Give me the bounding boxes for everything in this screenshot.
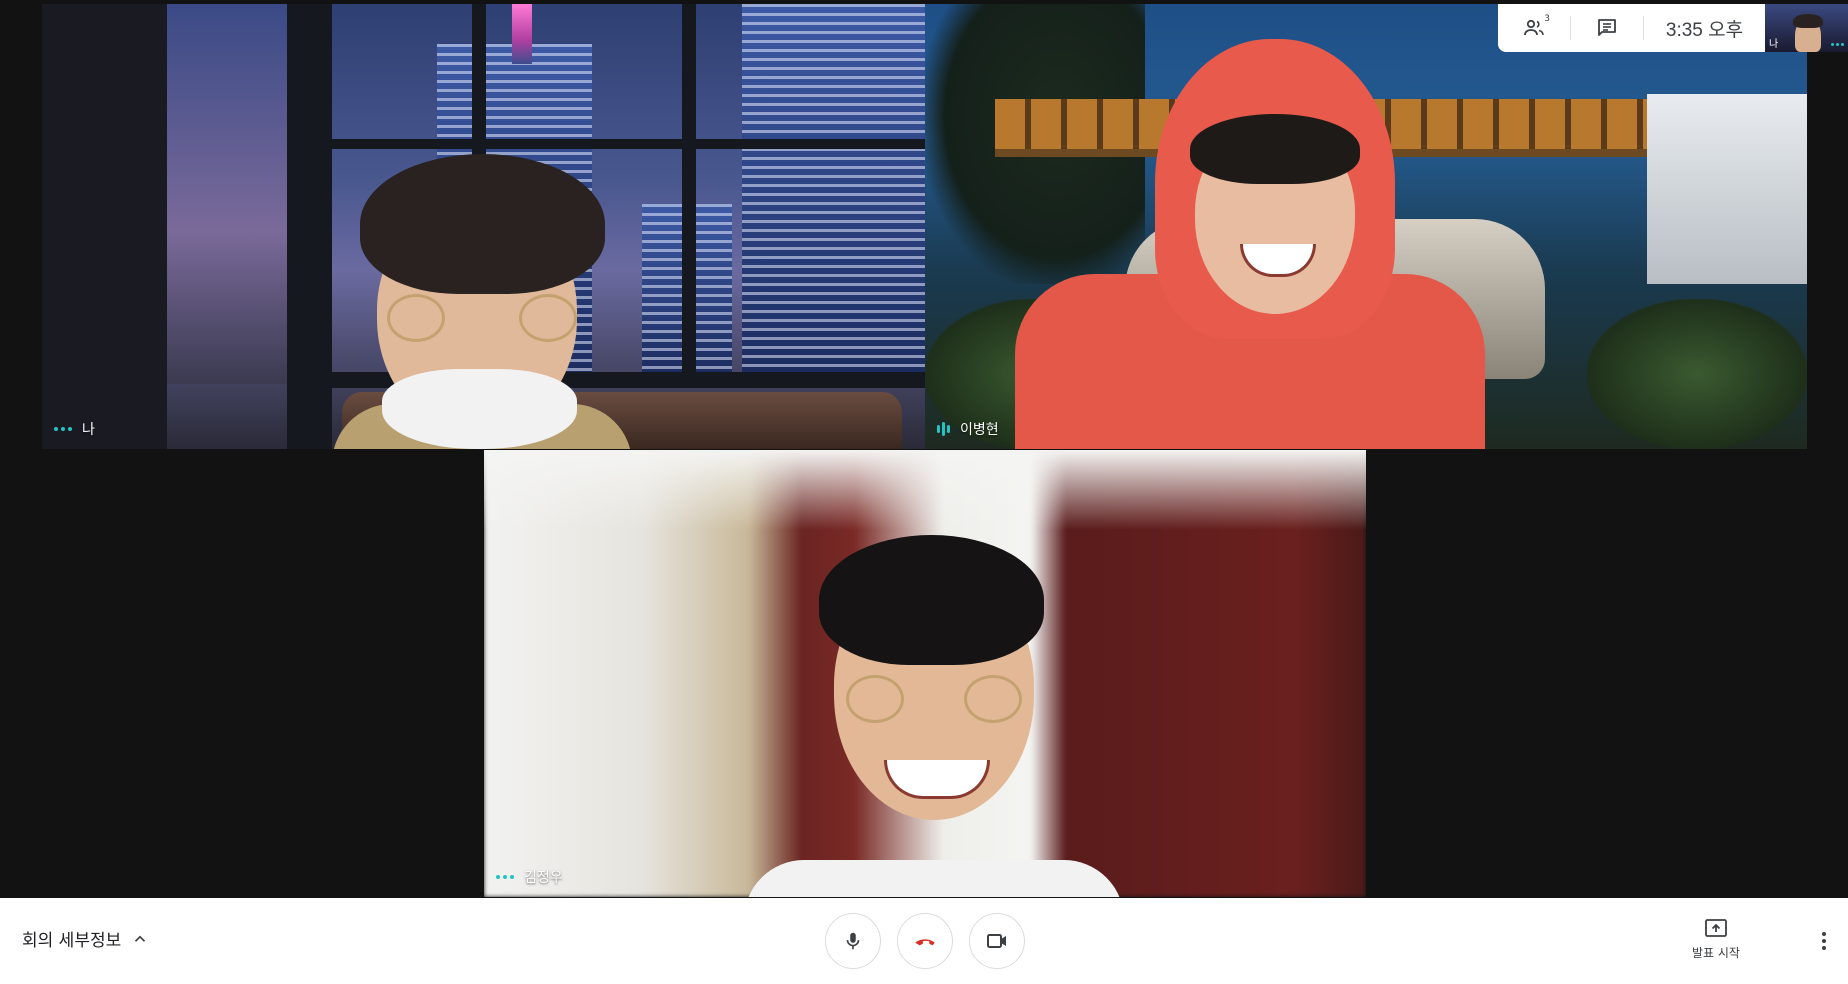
call-end-icon	[915, 939, 935, 946]
speaking-indicator-icon	[937, 422, 950, 436]
meeting-details-label: 회의 세부정보	[22, 931, 122, 951]
camera-toggle-button[interactable]	[969, 913, 1025, 969]
meeting-clock: 3:35 오후	[1665, 19, 1744, 41]
audio-dots-icon	[54, 427, 72, 431]
chevron-up-icon	[135, 935, 146, 942]
face-mask	[382, 369, 577, 449]
videocam-icon	[987, 934, 1006, 948]
glasses	[846, 675, 1022, 723]
video-stage: 나 이병현 김정우	[0, 0, 1848, 898]
participants-button[interactable]: 3	[1498, 4, 1570, 52]
participant-name-lee: 이병현	[937, 419, 999, 439]
present-now-button[interactable]: 발표 시작	[1680, 918, 1752, 961]
participant-tile-me[interactable]: 나	[42, 4, 925, 449]
participant-name-me: 나	[54, 419, 95, 439]
bottom-toolbar: 회의 세부정보 발표 시작	[0, 898, 1848, 984]
participant-count: 3	[1544, 14, 1550, 24]
present-to-all-icon	[1705, 919, 1727, 937]
audio-dots-icon	[496, 875, 514, 879]
mic-toggle-button[interactable]	[825, 913, 881, 969]
end-call-button[interactable]	[897, 913, 953, 969]
glasses	[387, 294, 577, 342]
present-now-label: 발표 시작	[1692, 946, 1740, 960]
more-options-button[interactable]	[1812, 926, 1836, 956]
audio-dots-icon	[1831, 43, 1844, 46]
self-preview-label: 나	[1769, 39, 1779, 50]
participant-tile-kim[interactable]: 김정우	[484, 450, 1366, 897]
chat-button[interactable]	[1571, 4, 1643, 52]
self-preview-thumbnail[interactable]: 나	[1765, 4, 1848, 52]
more-vert-icon	[1822, 932, 1826, 950]
participant-name-kim: 김정우	[496, 867, 563, 887]
mic-icon	[846, 932, 860, 950]
meeting-details-button[interactable]: 회의 세부정보	[22, 926, 149, 951]
participant-tile-lee[interactable]: 이병현	[925, 4, 1807, 449]
chat-icon	[1598, 19, 1616, 36]
people-icon	[1524, 19, 1544, 36]
meeting-info-panel: 3 3:35 오후	[1498, 4, 1765, 52]
